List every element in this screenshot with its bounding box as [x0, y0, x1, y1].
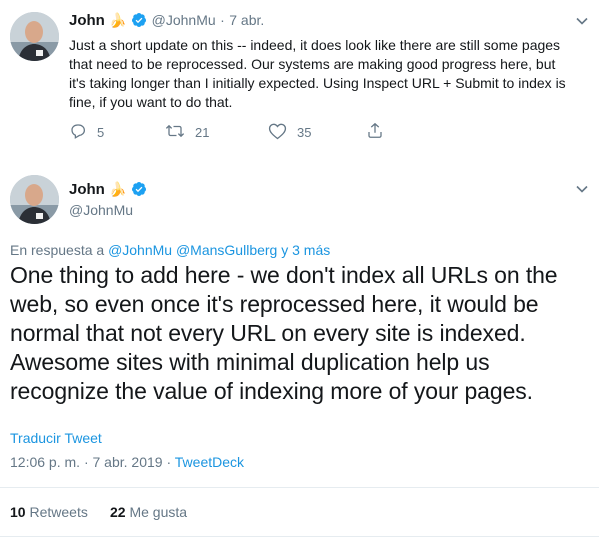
- like-stat[interactable]: 22 Me gusta: [110, 504, 187, 520]
- chevron-down-icon[interactable]: [575, 182, 589, 201]
- reply-button[interactable]: 5: [69, 122, 104, 143]
- tweet-date[interactable]: 7 abr.: [229, 12, 264, 28]
- chevron-down-icon[interactable]: [575, 14, 589, 33]
- reply-mentions[interactable]: @JohnMu @MansGullberg: [108, 242, 277, 258]
- divider: [0, 487, 599, 488]
- tweet-meta: 12:06 p. m. · 7 abr. 2019 · TweetDeck: [10, 454, 244, 470]
- author-name[interactable]: John: [69, 12, 105, 29]
- author-handle[interactable]: @JohnMu: [69, 202, 133, 218]
- like-stat-count: 22: [110, 504, 126, 520]
- reply-more[interactable]: y 3 más: [281, 242, 330, 258]
- like-button[interactable]: 35: [268, 122, 311, 143]
- reply-prefix: En respuesta a: [10, 242, 105, 258]
- meta-separator: ·: [166, 454, 172, 470]
- tweet-client[interactable]: TweetDeck: [175, 454, 244, 470]
- share-button[interactable]: [366, 121, 394, 143]
- share-icon: [366, 121, 394, 143]
- verified-badge-icon: [131, 181, 147, 198]
- like-icon: [268, 122, 297, 143]
- tweet-header: John 🍌 @JohnMu · 7 abr.: [69, 12, 264, 30]
- translate-tweet-link[interactable]: Traducir Tweet: [10, 430, 102, 446]
- like-stat-label: Me gusta: [129, 504, 188, 520]
- tweet-time[interactable]: 12:06 p. m.: [10, 454, 80, 470]
- banana-emoji: 🍌: [109, 181, 127, 197]
- retweet-count: 21: [195, 125, 210, 140]
- like-count: 35: [297, 125, 312, 140]
- meta-separator: ·: [83, 454, 89, 470]
- avatar[interactable]: [10, 12, 59, 61]
- retweet-icon: [165, 122, 195, 143]
- tweet-full-date[interactable]: 7 abr. 2019: [93, 454, 163, 470]
- tweet-text: Just a short update on this -- indeed, i…: [69, 37, 566, 110]
- retweet-stat-label: Retweets: [29, 504, 88, 520]
- retweet-stat-count: 10: [10, 504, 26, 520]
- reply-count: 5: [97, 125, 105, 140]
- tweet-header: John 🍌: [69, 181, 147, 199]
- header-separator: ·: [220, 12, 225, 28]
- reply-context: En respuesta a @JohnMu @MansGullberg y 3…: [10, 242, 330, 258]
- retweet-stat[interactable]: 10 Retweets: [10, 504, 88, 520]
- author-handle[interactable]: @JohnMu: [152, 12, 216, 28]
- banana-emoji: 🍌: [109, 12, 127, 28]
- author-name[interactable]: John: [69, 181, 105, 198]
- retweet-button[interactable]: 21: [165, 122, 209, 143]
- tweet-text: One thing to add here - we don't index a…: [10, 262, 558, 404]
- verified-badge-icon: [131, 12, 151, 29]
- reply-icon: [69, 122, 97, 143]
- avatar[interactable]: [10, 175, 59, 224]
